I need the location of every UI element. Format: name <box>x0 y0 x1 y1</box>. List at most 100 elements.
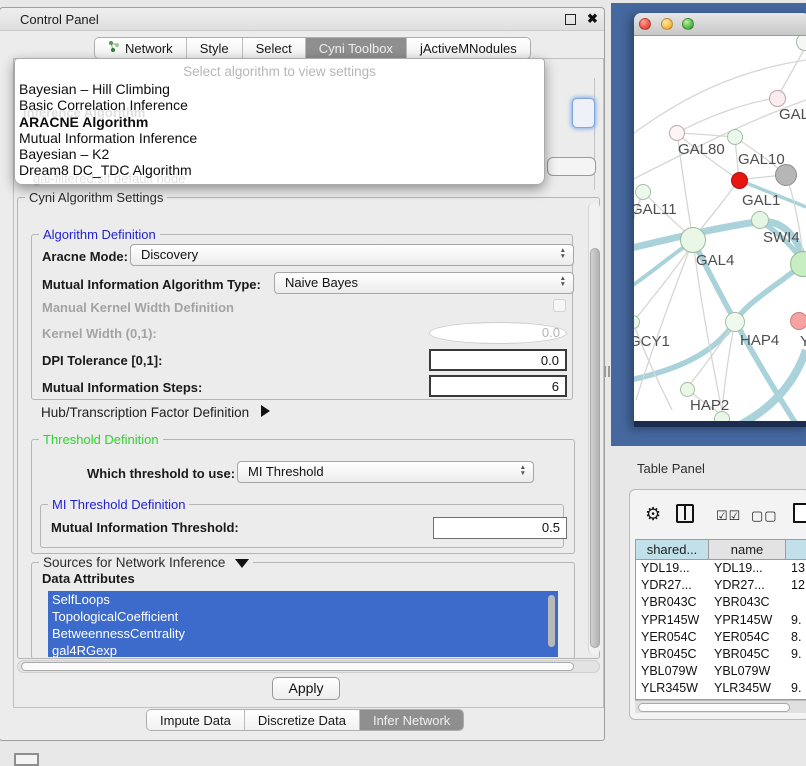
network-node[interactable] <box>727 129 743 145</box>
deselect-all-columns-icon[interactable]: ▢▢ <box>751 508 778 524</box>
network-node[interactable] <box>680 382 695 397</box>
network-node[interactable] <box>635 184 651 200</box>
algorithm-option[interactable]: Mutual Information Inference <box>19 130 539 146</box>
network-graph-view[interactable]: GALGAL80GAL10GAL1GAL11SWI4GAL4GCY1HAP4YH… <box>634 36 806 421</box>
tab-label: Discretize Data <box>258 713 346 728</box>
node-label: HAP4 <box>740 332 779 349</box>
algorithm-option[interactable]: ARACNE Algorithm <box>19 114 539 130</box>
table-row[interactable]: YLR345WYLR345W9. <box>636 680 806 697</box>
table-cell: YBR045C <box>709 646 786 663</box>
new-table-icon[interactable] <box>793 503 806 523</box>
table-cell: YBR045C <box>636 646 709 663</box>
algorithm-dropdown-popup: Select algorithm to view settings Infere… <box>14 58 545 185</box>
network-node[interactable] <box>790 312 806 330</box>
group-title: MI Threshold Definition <box>48 497 189 512</box>
table-cell: YLR345W <box>709 680 786 697</box>
table-row[interactable]: YDR27...YDR27...12 <box>636 577 806 594</box>
mi-steps-field[interactable]: 6 <box>429 375 567 397</box>
tab-jactivemnodules[interactable]: jActiveMNodules <box>407 38 530 58</box>
network-node[interactable] <box>725 312 745 332</box>
algorithm-option[interactable]: Bayesian – Hill Climbing <box>19 81 539 97</box>
table-cell: YDR27... <box>636 577 709 594</box>
network-node[interactable] <box>669 125 685 141</box>
sources-title: Sources for Network Inference <box>43 555 225 570</box>
tab-label: Select <box>256 41 292 56</box>
table-row[interactable]: YPR145WYPR145W9. <box>636 612 806 629</box>
control-panel-titlebar: Control Panel ✖ <box>0 8 604 31</box>
data-attributes-list[interactable]: SelfLoopsTopologicalCoefficientBetweenne… <box>48 591 558 657</box>
cyni-bottom-tabs: Impute Data Discretize Data Infer Networ… <box>146 709 464 731</box>
column-header[interactable]: shared... <box>636 540 709 559</box>
node-table: shared...name YDL19...YDL19...13YDR27...… <box>635 539 806 700</box>
table-row[interactable]: YDL19...YDL19...13 <box>636 560 806 577</box>
column-header[interactable]: name <box>709 540 786 559</box>
minimize-traffic-light[interactable] <box>661 18 673 30</box>
node-label: GAL4 <box>696 252 734 269</box>
combo-value: Naive Bayes <box>285 275 358 290</box>
tab-discretize-data[interactable]: Discretize Data <box>245 710 360 730</box>
table-row[interactable]: YBL079WYBL079W <box>636 663 806 680</box>
network-node[interactable] <box>680 227 706 253</box>
manual-kernel-checkbox[interactable] <box>553 299 566 312</box>
table-cell: YDL19... <box>709 560 786 577</box>
network-node[interactable] <box>751 211 769 229</box>
attribute-list-item[interactable]: BetweennessCentrality <box>48 625 558 642</box>
attribute-list-item[interactable]: TopologicalCoefficient <box>48 608 558 625</box>
algorithm-option[interactable]: Bayesian – K2 <box>19 146 539 162</box>
algorithm-option[interactable]: Dream8 DC_TDC Algorithm <box>19 162 539 178</box>
table-row[interactable]: YBR043CYBR043C <box>636 594 806 611</box>
stepper-icon: ▲▼ <box>560 248 566 260</box>
panel-sash-grip[interactable] <box>604 366 610 377</box>
tab-impute-data[interactable]: Impute Data <box>147 710 245 730</box>
network-node[interactable] <box>731 172 748 189</box>
aracne-mode-combo[interactable]: Discovery ▲▼ <box>130 244 574 266</box>
settings-horizontal-scrollbar[interactable] <box>17 660 600 673</box>
popup-hint: Select algorithm to view settings <box>15 64 544 79</box>
close-traffic-light[interactable] <box>639 18 651 30</box>
close-icon[interactable]: ✖ <box>587 11 598 27</box>
table-horizontal-scrollbar[interactable] <box>635 700 806 713</box>
network-node[interactable] <box>714 411 730 421</box>
settings-vertical-scrollbar[interactable] <box>588 202 600 655</box>
table-row[interactable]: YER054CYER054C8. <box>636 629 806 646</box>
mi-threshold-field[interactable]: 0.5 <box>433 517 567 539</box>
list-scrollbar-thumb[interactable] <box>548 595 555 647</box>
table-row[interactable]: YBR045CYBR045C9. <box>636 646 806 663</box>
expanded-arrow-icon[interactable] <box>235 559 249 568</box>
select-all-columns-icon[interactable]: ☑☑ <box>716 508 741 524</box>
tab-style[interactable]: Style <box>187 38 243 58</box>
tab-cyni-toolbox[interactable]: Cyni Toolbox <box>306 38 407 58</box>
sources-group: Sources for Network Inference Data Attri… <box>31 562 575 659</box>
scrollbar-thumb[interactable] <box>590 248 600 648</box>
algorithm-option[interactable]: Basic Correlation Inference <box>19 97 539 113</box>
mi-type-label: Mutual Information Algorithm Type: <box>42 277 261 292</box>
attribute-list-item[interactable]: gal4RGexp <box>48 642 558 657</box>
dpi-tolerance-label: DPI Tolerance [0,1]: <box>42 353 162 368</box>
tab-network[interactable]: Network <box>95 38 187 58</box>
scrollbar-thumb[interactable] <box>638 703 790 712</box>
zoom-traffic-light[interactable] <box>682 18 694 30</box>
float-window-icon[interactable] <box>565 14 576 25</box>
hub-definition-expander[interactable]: Hub/Transcription Factor Definition <box>41 405 270 420</box>
table-cell: 9. <box>786 680 806 697</box>
network-window-titlebar[interactable] <box>634 13 806 36</box>
columns-icon[interactable] <box>676 504 694 523</box>
table-cell: 8. <box>786 629 806 646</box>
stepper-icon: ▲▼ <box>520 465 526 477</box>
apply-button[interactable]: Apply <box>272 677 340 700</box>
kernel-width-field[interactable]: 0.0 <box>429 322 567 344</box>
column-header[interactable] <box>786 540 806 559</box>
group-title: Threshold Definition <box>39 432 163 447</box>
attribute-list-item[interactable]: SelfLoops <box>48 591 558 608</box>
tab-select[interactable]: Select <box>243 38 306 58</box>
gear-icon[interactable]: ⚙ <box>645 505 661 523</box>
which-threshold-combo[interactable]: MI Threshold ▲▼ <box>237 461 534 483</box>
network-node[interactable] <box>775 164 797 186</box>
table-cell: 12 <box>786 577 806 594</box>
dpi-tolerance-field[interactable]: 0.0 <box>429 349 567 371</box>
collapsed-panel-icon[interactable] <box>14 753 39 766</box>
tab-infer-network[interactable]: Infer Network <box>360 710 463 730</box>
scrollbar-thumb[interactable] <box>21 662 574 671</box>
mi-type-combo[interactable]: Naive Bayes ▲▼ <box>274 272 574 294</box>
network-node[interactable] <box>769 90 786 107</box>
